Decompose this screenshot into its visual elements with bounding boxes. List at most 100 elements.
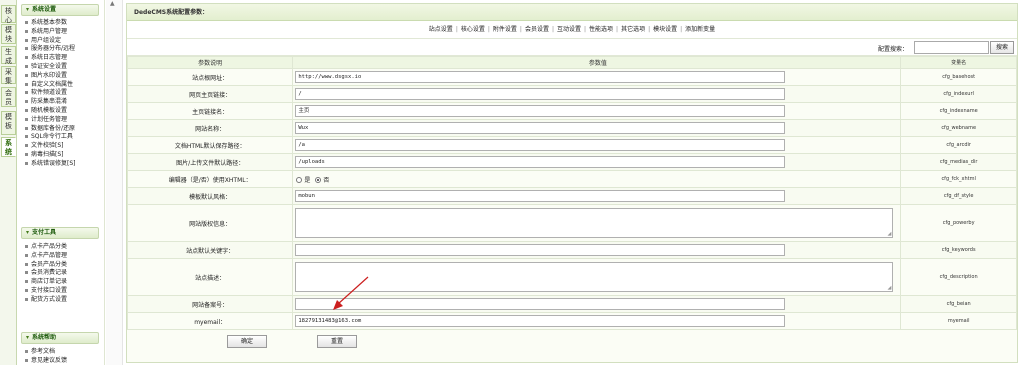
vtab-0[interactable]: 核心: [1, 5, 16, 24]
param-input[interactable]: 18279131483@163.com: [295, 315, 786, 327]
menu-item[interactable]: 会员产品分类: [25, 261, 67, 268]
reset-button[interactable]: 重置: [317, 335, 357, 348]
nav-link[interactable]: 会员设置: [525, 26, 549, 33]
menu-item-label: 会员消费记录: [31, 269, 68, 277]
param-input[interactable]: /: [295, 88, 786, 100]
vtab-5[interactable]: 模板: [1, 111, 16, 135]
menu-item[interactable]: 文件校验[S]: [25, 142, 64, 149]
resize-grip-icon[interactable]: ◢: [888, 285, 892, 291]
menu-item[interactable]: 用户组设定: [25, 37, 61, 44]
param-value-cell: http://www.dsgsx.io: [292, 68, 902, 86]
param-input[interactable]: Wux: [295, 122, 786, 134]
param-input[interactable]: mobun: [295, 190, 786, 202]
param-input[interactable]: http://www.dsgsx.io: [295, 71, 786, 83]
nav-link[interactable]: 核心设置: [461, 26, 485, 33]
menu-item[interactable]: 图片水印设置: [25, 72, 67, 79]
menu-item[interactable]: 自定义文档属性: [25, 81, 73, 88]
menu-section-title: 支付工具: [32, 229, 57, 236]
menu-item-label: 图片水印设置: [31, 71, 68, 79]
menu-item-label: 验证安全设置: [31, 63, 68, 70]
param-input[interactable]: 主页: [295, 105, 786, 117]
search-button[interactable]: 搜索: [990, 41, 1014, 54]
nav-link[interactable]: 模块设置: [653, 26, 677, 33]
menu-item[interactable]: 系统错误修复[S]: [25, 160, 76, 167]
form-buttons: 确定 重置: [127, 330, 1017, 352]
menu-section-title: 系统设置: [32, 6, 57, 13]
param-textarea[interactable]: ◢: [295, 208, 894, 238]
menu-item[interactable]: 系统基本参数: [25, 19, 67, 26]
bullet-icon: [25, 271, 28, 275]
bullet-icon: [25, 126, 28, 130]
param-input[interactable]: /a: [295, 139, 786, 151]
menu-item[interactable]: 软件频道设置: [25, 89, 67, 96]
menu-item[interactable]: 防采集串混淆: [25, 98, 67, 105]
menu-item[interactable]: SQL命令行工具: [25, 133, 73, 140]
param-label: 文档HTML默认保存路径：: [126, 136, 294, 154]
scroll-up-icon[interactable]: ▲: [110, 0, 115, 7]
menu-section-header[interactable]: ▾ 系统设置: [21, 4, 99, 16]
menu-item[interactable]: 系统用户管理: [25, 28, 67, 35]
menu-item-label: 会员产品分类: [31, 260, 68, 268]
nav-link[interactable]: 附件设置: [493, 26, 517, 33]
param-label: 站点默认关键字：: [126, 241, 294, 259]
param-label: 编辑器（是/否）使用XHTML：: [126, 170, 294, 188]
menu-scroll-gutter[interactable]: ▲: [106, 0, 123, 365]
param-label: 模板默认风格：: [126, 187, 294, 205]
bullet-icon: [25, 262, 28, 266]
config-search-input[interactable]: [914, 41, 989, 54]
menu-item-label: 数据库备份/还原: [31, 124, 76, 132]
bullet-icon: [25, 350, 28, 353]
menu-item[interactable]: 参考文档: [25, 348, 55, 355]
menu-item[interactable]: 点卡产品管理: [25, 252, 67, 259]
menu-item-label: 系统用户管理: [31, 27, 68, 35]
menu-section-header[interactable]: ▾ 系统帮助: [21, 332, 99, 344]
vtab-3[interactable]: 采集: [1, 66, 16, 85]
param-value-cell: ◢: [292, 258, 902, 296]
nav-link[interactable]: 添加新变量: [685, 26, 715, 33]
param-value-cell: /: [292, 85, 902, 103]
menu-item-label: 支付接口设置: [31, 287, 68, 294]
menu-item-label: 计划任务管理: [31, 115, 68, 123]
param-textarea[interactable]: ◢: [295, 262, 894, 292]
vtab-1[interactable]: 模块: [1, 24, 16, 44]
menu-item[interactable]: 支付接口设置: [25, 287, 67, 294]
resize-grip-icon[interactable]: ◢: [888, 231, 892, 237]
vtab-4[interactable]: 会员: [1, 87, 16, 107]
table-row: 文档HTML默认保存路径：/a cfg_arcdir: [126, 136, 1017, 154]
radio-0[interactable]: [296, 177, 303, 183]
menu-item[interactable]: 病毒扫描[S]: [25, 151, 64, 158]
nav-link[interactable]: 互动设置: [557, 26, 581, 33]
menu-item[interactable]: 意见建议反馈: [25, 357, 67, 364]
menu-item[interactable]: 验证安全设置: [25, 63, 67, 70]
nav-separator: |: [551, 26, 554, 33]
menu-item[interactable]: 会员消费记录: [25, 269, 67, 276]
vtab-2[interactable]: 生成: [1, 46, 16, 65]
menu-item[interactable]: 点卡产品分类: [25, 243, 67, 250]
param-varname: cfg_basehost: [900, 68, 1017, 86]
bullet-icon: [25, 21, 28, 24]
nav-link[interactable]: 其它选项: [621, 26, 645, 33]
menu-item[interactable]: 配货方式设置: [25, 296, 67, 303]
menu-item[interactable]: 数据库备份/还原: [25, 125, 75, 132]
bullet-icon: [25, 73, 28, 77]
menu-item-label: 意见建议反馈: [31, 356, 68, 364]
param-input[interactable]: [295, 298, 786, 310]
left-menu: ▾ 系统设置系统基本参数 系统用户管理 用户组设定 服务器分布/远程 系统日志管理验证安全…: [17, 0, 105, 365]
menu-item[interactable]: 计划任务管理: [25, 116, 67, 123]
bullet-icon: [25, 297, 28, 301]
bullet-icon: [25, 100, 28, 104]
menu-item[interactable]: 服务器分布/远程: [25, 45, 75, 52]
nav-link[interactable]: 性能选项: [589, 26, 613, 33]
menu-item[interactable]: 商店订单记录: [25, 278, 67, 285]
menu-section-header[interactable]: ▾ 支付工具: [21, 227, 99, 239]
param-input[interactable]: [295, 244, 786, 256]
menu-item-label: 用户组设定: [31, 36, 62, 44]
radio-1[interactable]: [315, 177, 322, 183]
param-input[interactable]: /uploads: [295, 156, 786, 168]
vtab-6[interactable]: 系统: [1, 137, 16, 157]
confirm-button[interactable]: 确定: [227, 335, 267, 348]
menu-item[interactable]: 系统日志管理: [25, 54, 67, 61]
nav-link[interactable]: 站点设置: [429, 26, 453, 33]
menu-item-label: 配货方式设置: [31, 295, 68, 303]
menu-item[interactable]: 随机模板设置: [25, 107, 67, 114]
